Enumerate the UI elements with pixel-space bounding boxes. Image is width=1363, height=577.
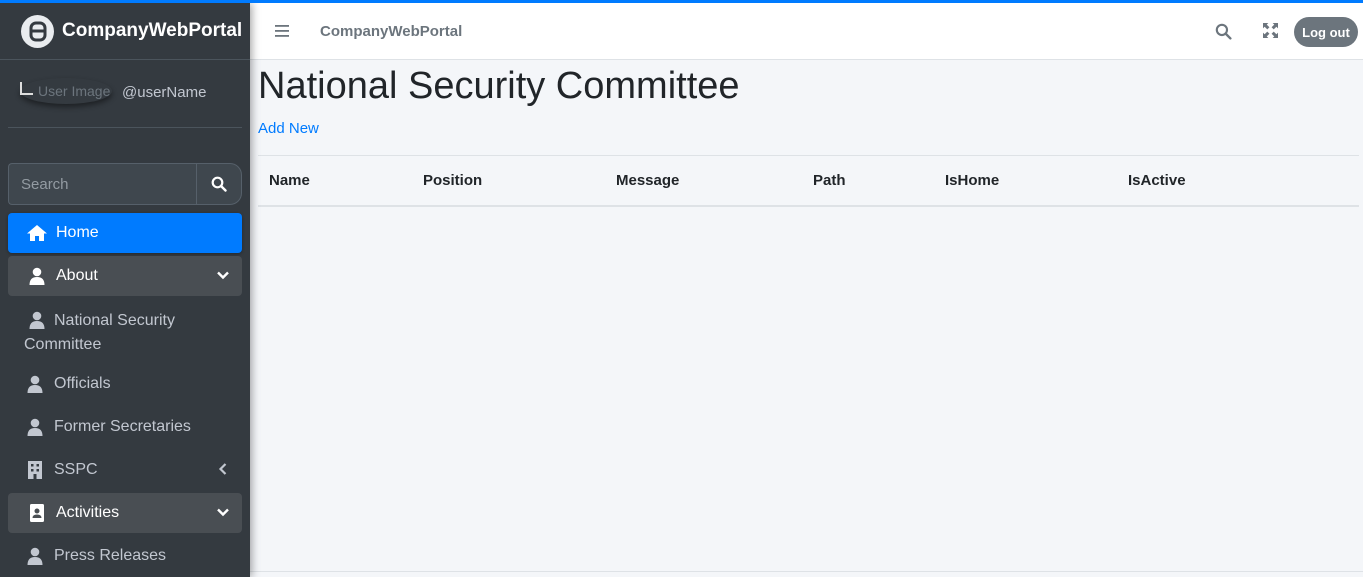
column-header-name: Name bbox=[258, 155, 412, 207]
brand-link[interactable]: CompanyWebPortal bbox=[0, 3, 250, 60]
fullscreen-icon[interactable] bbox=[1263, 23, 1278, 43]
chevron-down-icon bbox=[216, 268, 230, 287]
user-image: User Image bbox=[20, 78, 112, 104]
broken-image-icon bbox=[20, 82, 33, 95]
sidebar: CompanyWebPortal User Image @userName Ho… bbox=[0, 3, 250, 577]
page-title: National Security Committee bbox=[258, 65, 740, 107]
column-header-path: Path bbox=[802, 155, 934, 207]
sidebar-item-press-releases[interactable]: Press Releases bbox=[8, 536, 242, 576]
column-header-isactive: IsActive bbox=[1117, 155, 1359, 207]
brand-logo-icon bbox=[21, 14, 54, 48]
sidebar-item-label: Officials bbox=[54, 375, 111, 392]
brand-text: CompanyWebPortal bbox=[62, 20, 243, 41]
navbar-brand-link[interactable]: CompanyWebPortal bbox=[320, 23, 462, 40]
data-table: Name Position Message Path IsHome IsActi… bbox=[258, 155, 1359, 207]
sidebar-item-label: Activities bbox=[56, 504, 120, 521]
top-accent-bar bbox=[0, 0, 1363, 3]
sidebar-item-sspc[interactable]: SSPC bbox=[8, 450, 242, 490]
search-icon bbox=[211, 176, 227, 192]
sidebar-item-former-secretaries[interactable]: Former Secretaries bbox=[8, 407, 242, 447]
building-icon bbox=[24, 461, 46, 479]
top-navbar: CompanyWebPortal Log out bbox=[250, 3, 1363, 60]
sidebar-search bbox=[8, 163, 242, 205]
user-icon bbox=[24, 418, 46, 436]
sidebar-item-about[interactable]: About bbox=[8, 256, 242, 296]
id-card-icon bbox=[26, 504, 48, 522]
sidebar-search-button[interactable] bbox=[196, 163, 242, 205]
column-header-ishome: IsHome bbox=[934, 155, 1117, 207]
menu-toggle-icon[interactable] bbox=[275, 24, 289, 43]
sidebar-item-label: National Security Committee bbox=[24, 312, 175, 353]
column-header-message: Message bbox=[605, 155, 802, 207]
main-content: National Security Committee Add New Name… bbox=[258, 62, 1359, 207]
sidebar-search-input[interactable] bbox=[8, 163, 196, 205]
sidebar-item-officials[interactable]: Officials bbox=[8, 364, 242, 404]
user-panel: User Image @userName bbox=[8, 60, 242, 128]
logout-button[interactable]: Log out bbox=[1294, 17, 1358, 47]
add-new-link[interactable]: Add New bbox=[258, 120, 1359, 137]
user-icon bbox=[24, 547, 46, 565]
home-icon bbox=[26, 224, 48, 242]
user-icon bbox=[26, 311, 48, 329]
table-header-row: Name Position Message Path IsHome IsActi… bbox=[258, 155, 1359, 207]
sidebar-item-label: SSPC bbox=[54, 461, 98, 478]
sidebar-item-home[interactable]: Home bbox=[8, 213, 242, 253]
sidebar-item-label: About bbox=[56, 267, 98, 284]
sidebar-item-activities[interactable]: Activities bbox=[8, 493, 242, 533]
sidebar-nav: Home About National Security Committee O… bbox=[8, 213, 242, 577]
sidebar-item-label: Home bbox=[56, 224, 99, 241]
column-header-position: Position bbox=[412, 155, 605, 207]
sidebar-item-label: Press Releases bbox=[54, 547, 167, 564]
chevron-down-icon bbox=[216, 505, 230, 524]
user-icon bbox=[26, 267, 48, 285]
user-icon bbox=[24, 375, 46, 393]
user-name-link[interactable]: @userName bbox=[122, 84, 206, 101]
footer-divider bbox=[250, 571, 1363, 572]
search-icon[interactable] bbox=[1215, 23, 1232, 45]
sidebar-item-label: Former Secretaries bbox=[54, 418, 191, 435]
sidebar-item-national-security-committee[interactable]: National Security Committee bbox=[8, 299, 242, 361]
chevron-left-icon bbox=[216, 462, 230, 481]
